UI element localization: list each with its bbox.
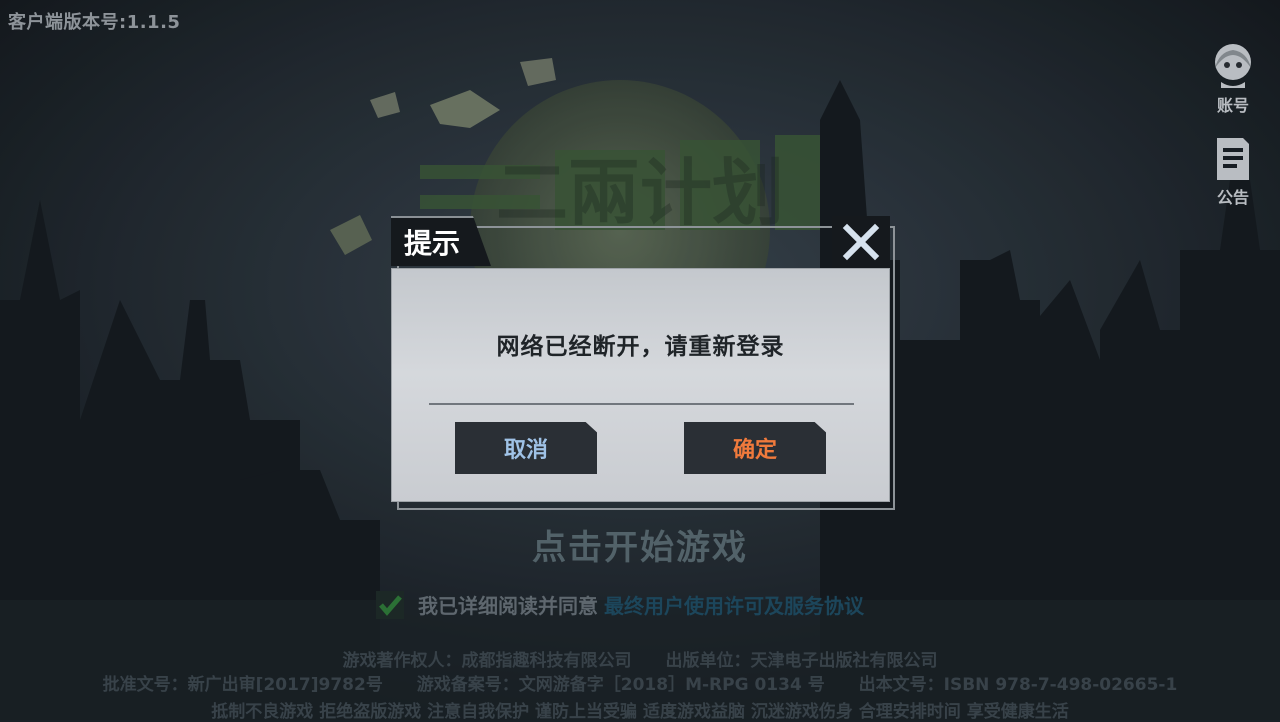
confirm-button[interactable]: 确定 bbox=[684, 422, 826, 474]
dialog-body: 网络已经断开，请重新登录 取消 确定 bbox=[391, 268, 890, 502]
dialog-title: 提示 bbox=[404, 227, 461, 260]
cancel-label: 取消 bbox=[503, 438, 548, 463]
dialog-divider bbox=[429, 403, 854, 405]
cancel-button[interactable]: 取消 bbox=[455, 422, 597, 474]
confirm-label: 确定 bbox=[732, 438, 777, 463]
close-icon bbox=[842, 223, 880, 261]
dialog-message: 网络已经断开，请重新登录 bbox=[496, 334, 785, 360]
alert-dialog: 提示 网络已经断开，请重新登录 取消 确定 bbox=[391, 216, 890, 502]
close-button[interactable] bbox=[832, 216, 890, 268]
dialog-header: 提示 bbox=[391, 216, 890, 268]
